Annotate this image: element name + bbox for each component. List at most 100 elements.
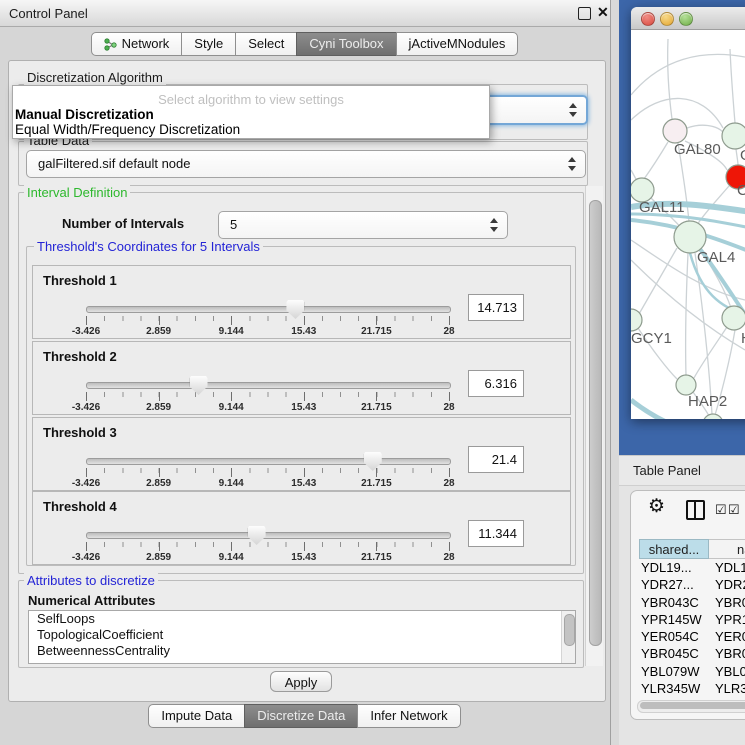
table-panel-title: Table Panel — [633, 463, 701, 478]
table-row[interactable]: YBL079WYBL0 — [639, 664, 745, 681]
slider-track[interactable] — [86, 532, 451, 539]
tab-impute-data[interactable]: Impute Data — [148, 704, 245, 728]
table-row[interactable]: YBR043CYBR0 — [639, 595, 745, 612]
threshold-slider-1[interactable]: -3.426 2.859 9.144 15.43 21.715 28 — [86, 306, 449, 338]
threshold-label: Threshold 3 — [43, 425, 117, 440]
thresholds-group-title: Threshold's Coordinates for 5 Intervals — [34, 239, 263, 254]
slider-track[interactable] — [86, 306, 451, 313]
numerical-attributes-label: Numerical Attributes — [28, 593, 155, 608]
threshold-panel-3: Threshold 3 -3.426 2.859 9.144 15.43 21.… — [32, 417, 571, 491]
table-row[interactable]: YLR345WYLR3 — [639, 681, 745, 698]
table-row[interactable]: YDR27...YDR2 — [639, 577, 745, 594]
list-item[interactable]: SelfLoops — [29, 611, 575, 627]
slider-track[interactable] — [86, 382, 451, 389]
scrollbar-thumb[interactable] — [640, 702, 745, 709]
combo-stepper-icon[interactable] — [568, 102, 577, 118]
node-label: G. — [740, 147, 745, 164]
network-canvas[interactable]: GAL80 G. C GAL11 GAL4 GCY1 H HAP2 — [631, 29, 745, 419]
threshold-label: Threshold 1 — [43, 273, 117, 288]
gear-icon[interactable]: ⚙ — [648, 495, 665, 518]
threshold-value-field-1[interactable] — [468, 294, 524, 321]
zoom-traffic-light-icon[interactable] — [679, 12, 693, 26]
tick-label: 21.715 — [353, 402, 399, 413]
minimize-traffic-light-icon[interactable] — [660, 12, 674, 26]
tab-jactivemnodules[interactable]: jActiveMNodules — [396, 32, 519, 56]
tab-network[interactable]: Network — [91, 32, 183, 56]
threshold-panel-1: Threshold 1 -3.426 2.859 9.144 15.43 21.… — [32, 265, 571, 339]
popup-item-manual-discretization[interactable]: Manual Discretization — [15, 107, 154, 122]
list-item[interactable]: TopologicalCoefficient — [29, 627, 575, 643]
network-nodes — [631, 119, 745, 419]
threshold-panel-2: Threshold 2 -3.426 2.859 9.144 15.43 21.… — [32, 341, 571, 415]
deselect-all-checkbox-icon[interactable]: ☑ — [728, 502, 740, 518]
node-label: H — [741, 330, 745, 347]
tick-label: 21.715 — [353, 326, 399, 337]
float-window-icon[interactable] — [578, 7, 591, 20]
tab-select[interactable]: Select — [235, 32, 297, 56]
table-row[interactable]: YPR145WYPR1 — [639, 612, 745, 629]
table-row[interactable]: YER054CYER0 — [639, 629, 745, 646]
tab-style[interactable]: Style — [181, 32, 236, 56]
network-window-titlebar — [631, 7, 745, 30]
tick-label: 2.859 — [136, 402, 182, 413]
list-item[interactable]: BetweennessCentrality — [29, 643, 575, 659]
table-panel-titlebar: Table Panel — [619, 455, 745, 486]
tick-label: 9.144 — [208, 478, 254, 489]
threshold-slider-3[interactable]: -3.426 2.859 9.144 15.43 21.715 28 — [86, 458, 449, 490]
column-header-name[interactable]: na — [709, 539, 745, 559]
tick-label: 15.43 — [281, 478, 327, 489]
node-label: C — [737, 182, 745, 199]
slider-track[interactable] — [86, 458, 451, 465]
settings-vertical-scrollbar[interactable] — [585, 186, 603, 666]
tick-label: -3.426 — [63, 478, 109, 489]
number-of-intervals-combobox[interactable]: 5 — [218, 211, 508, 239]
combo-stepper-icon[interactable] — [567, 156, 576, 172]
table-row[interactable]: YBR045CYBR0 — [639, 646, 745, 663]
node-bottom[interactable] — [703, 414, 723, 419]
tab-label: Select — [248, 34, 284, 54]
table-panel-card: ⚙ ☑ ☑ shared... na YDL19...YDL1 YDR27...… — [630, 490, 745, 720]
tab-cyni-toolbox[interactable]: Cyni Toolbox — [296, 32, 396, 56]
table-data-combobox[interactable]: galFiltered.sif default node — [26, 150, 586, 178]
threshold-label: Threshold 4 — [43, 499, 117, 514]
tab-infer-network[interactable]: Infer Network — [357, 704, 460, 728]
column-header-shared-name[interactable]: shared... — [639, 539, 709, 559]
node-green[interactable] — [722, 123, 745, 149]
close-traffic-light-icon[interactable] — [641, 12, 655, 26]
node-label: GCY1 — [631, 330, 672, 347]
node-hap2[interactable] — [676, 375, 696, 395]
attributes-group-title: Attributes to discretize — [24, 573, 158, 588]
threshold-slider-4[interactable]: -3.426 2.859 9.144 15.43 21.715 28 — [86, 532, 449, 564]
number-of-intervals-label: Number of Intervals — [62, 216, 184, 231]
tick-label: -3.426 — [63, 552, 109, 563]
popup-item-equal-width-frequency[interactable]: Equal Width/Frequency Discretization — [15, 122, 240, 137]
control-panel-titlebar: Control Panel ✕ — [0, 0, 610, 27]
close-icon[interactable]: ✕ — [597, 4, 609, 21]
threshold-value-field-2[interactable] — [468, 370, 524, 397]
threshold-value-field-4[interactable] — [468, 520, 524, 547]
table-row[interactable]: YDL19...YDL1 — [639, 560, 745, 577]
table-horizontal-scrollbar[interactable] — [637, 700, 745, 713]
tick-label: 2.859 — [136, 478, 182, 489]
apply-button[interactable]: Apply — [270, 671, 332, 692]
scrollbar-thumb[interactable] — [564, 614, 575, 646]
node-label: GAL80 — [674, 141, 721, 158]
tick-label: 21.715 — [353, 478, 399, 489]
select-all-checkbox-icon[interactable]: ☑ — [715, 502, 727, 518]
list-vertical-scrollbar[interactable] — [561, 611, 575, 663]
split-columns-icon[interactable] — [686, 500, 705, 520]
combo-stepper-icon[interactable] — [489, 217, 498, 233]
node-h[interactable] — [722, 306, 745, 330]
window-title: Control Panel — [9, 6, 88, 21]
node-label: GAL4 — [697, 249, 735, 266]
threshold-slider-2[interactable]: -3.426 2.859 9.144 15.43 21.715 28 — [86, 382, 449, 414]
control-panel-window: Control Panel ✕ Network Style Select Cyn… — [0, 0, 611, 745]
tick-label: 15.43 — [281, 326, 327, 337]
node-gal80[interactable] — [663, 119, 687, 143]
tab-discretize-data[interactable]: Discretize Data — [244, 704, 358, 728]
scrollbar-thumb[interactable] — [589, 200, 602, 646]
slider-minor-ticks — [86, 316, 450, 321]
tick-label: 9.144 — [208, 402, 254, 413]
tick-label: 2.859 — [136, 552, 182, 563]
threshold-value-field-3[interactable] — [468, 446, 524, 473]
